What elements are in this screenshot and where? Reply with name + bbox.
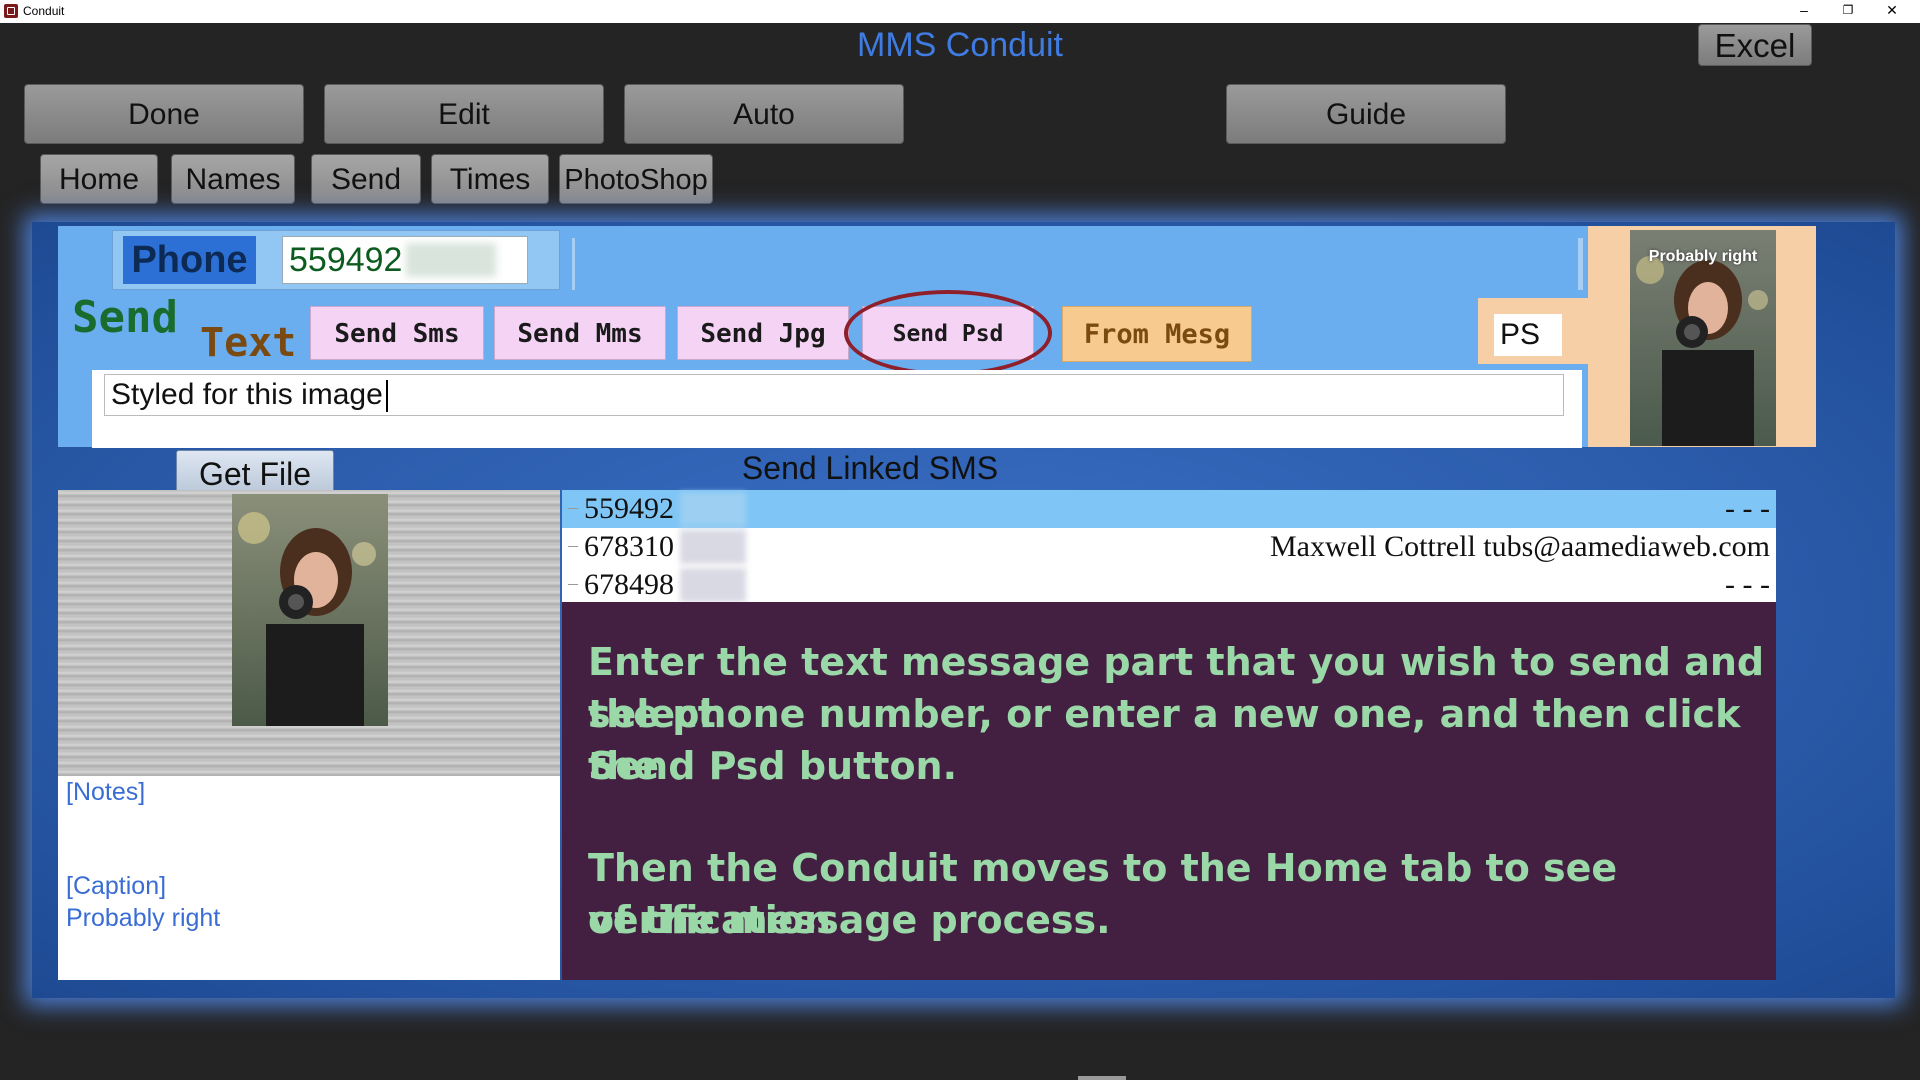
ps-input[interactable]: PS	[1494, 314, 1562, 356]
instructions-panel: Enter the text message part that you wis…	[562, 602, 1776, 980]
list-item-selected[interactable]: 559492 - - -	[562, 490, 1776, 528]
row-marker	[568, 528, 578, 547]
excel-button[interactable]: Excel	[1698, 24, 1812, 66]
row-marker	[568, 566, 578, 585]
instruction-line: of the message process.	[588, 898, 1111, 942]
guide-button[interactable]: Guide	[1226, 84, 1506, 144]
preview-image	[232, 494, 388, 726]
send-mms-button[interactable]: Send Mms	[494, 306, 666, 360]
caption-value: Probably right	[66, 904, 221, 932]
linked-sms-title: Send Linked SMS	[741, 450, 999, 486]
from-mesg-button[interactable]: From Mesg	[1062, 306, 1252, 362]
send-jpg-button[interactable]: Send Jpg	[677, 306, 849, 360]
notes-panel: [Notes] [Caption] Probably right	[58, 776, 560, 980]
restore-icon[interactable]: ❐	[1826, 0, 1870, 23]
phone-label: Phone	[123, 236, 256, 284]
phone-redaction	[406, 243, 496, 277]
scroll-handle[interactable]	[1078, 1076, 1126, 1080]
list-item-detail: Maxwell Cottrell tubs@aamediaweb.com	[1270, 530, 1770, 563]
tab-names[interactable]: Names	[171, 154, 295, 204]
divider	[1578, 238, 1583, 290]
list-item-detail: - - -	[1725, 568, 1770, 601]
row-marker	[568, 490, 578, 509]
phone-list[interactable]: 559492 - - - 678310 Maxwell Cottrell tub…	[562, 490, 1776, 602]
divider	[572, 238, 575, 290]
tab-send[interactable]: Send	[311, 154, 421, 204]
send-sms-button[interactable]: Send Sms	[310, 306, 484, 360]
tab-home[interactable]: Home	[40, 154, 158, 204]
auto-button[interactable]: Auto	[624, 84, 904, 144]
app-icon	[4, 4, 18, 18]
send-psd-button[interactable]: Send Psd	[862, 306, 1034, 360]
message-input[interactable]: Styled for this image	[104, 374, 1564, 416]
number-redaction	[680, 492, 746, 526]
thumbnail-caption: Probably right	[1648, 248, 1758, 265]
list-item-number: 678498	[584, 568, 674, 601]
number-redaction	[680, 530, 746, 564]
done-button[interactable]: Done	[24, 84, 304, 144]
send-label: Send	[72, 292, 178, 343]
app-title: MMS Conduit	[857, 26, 1063, 64]
window-titlebar: Conduit – ❐ ✕	[0, 0, 1920, 23]
tab-times[interactable]: Times	[431, 154, 549, 204]
edit-button[interactable]: Edit	[324, 84, 604, 144]
list-item[interactable]: 678498 - - -	[562, 566, 1776, 604]
window-title: Conduit	[23, 4, 65, 18]
text-label: Text	[200, 320, 297, 366]
text-caret	[386, 380, 388, 412]
instruction-line: Send Psd button.	[588, 744, 958, 788]
list-item-number: 678310	[584, 530, 674, 563]
close-icon[interactable]: ✕	[1870, 0, 1914, 23]
list-item[interactable]: 678310 Maxwell Cottrell tubs@aamediaweb.…	[562, 528, 1776, 566]
caption-label: [Caption]	[66, 872, 167, 900]
number-redaction	[680, 568, 746, 602]
tab-photoshop[interactable]: PhotoShop	[559, 154, 713, 204]
list-item-detail: - - -	[1725, 492, 1770, 525]
list-item-number: 559492	[584, 492, 674, 525]
notes-label: [Notes]	[66, 778, 146, 806]
minimize-icon[interactable]: –	[1782, 0, 1826, 23]
